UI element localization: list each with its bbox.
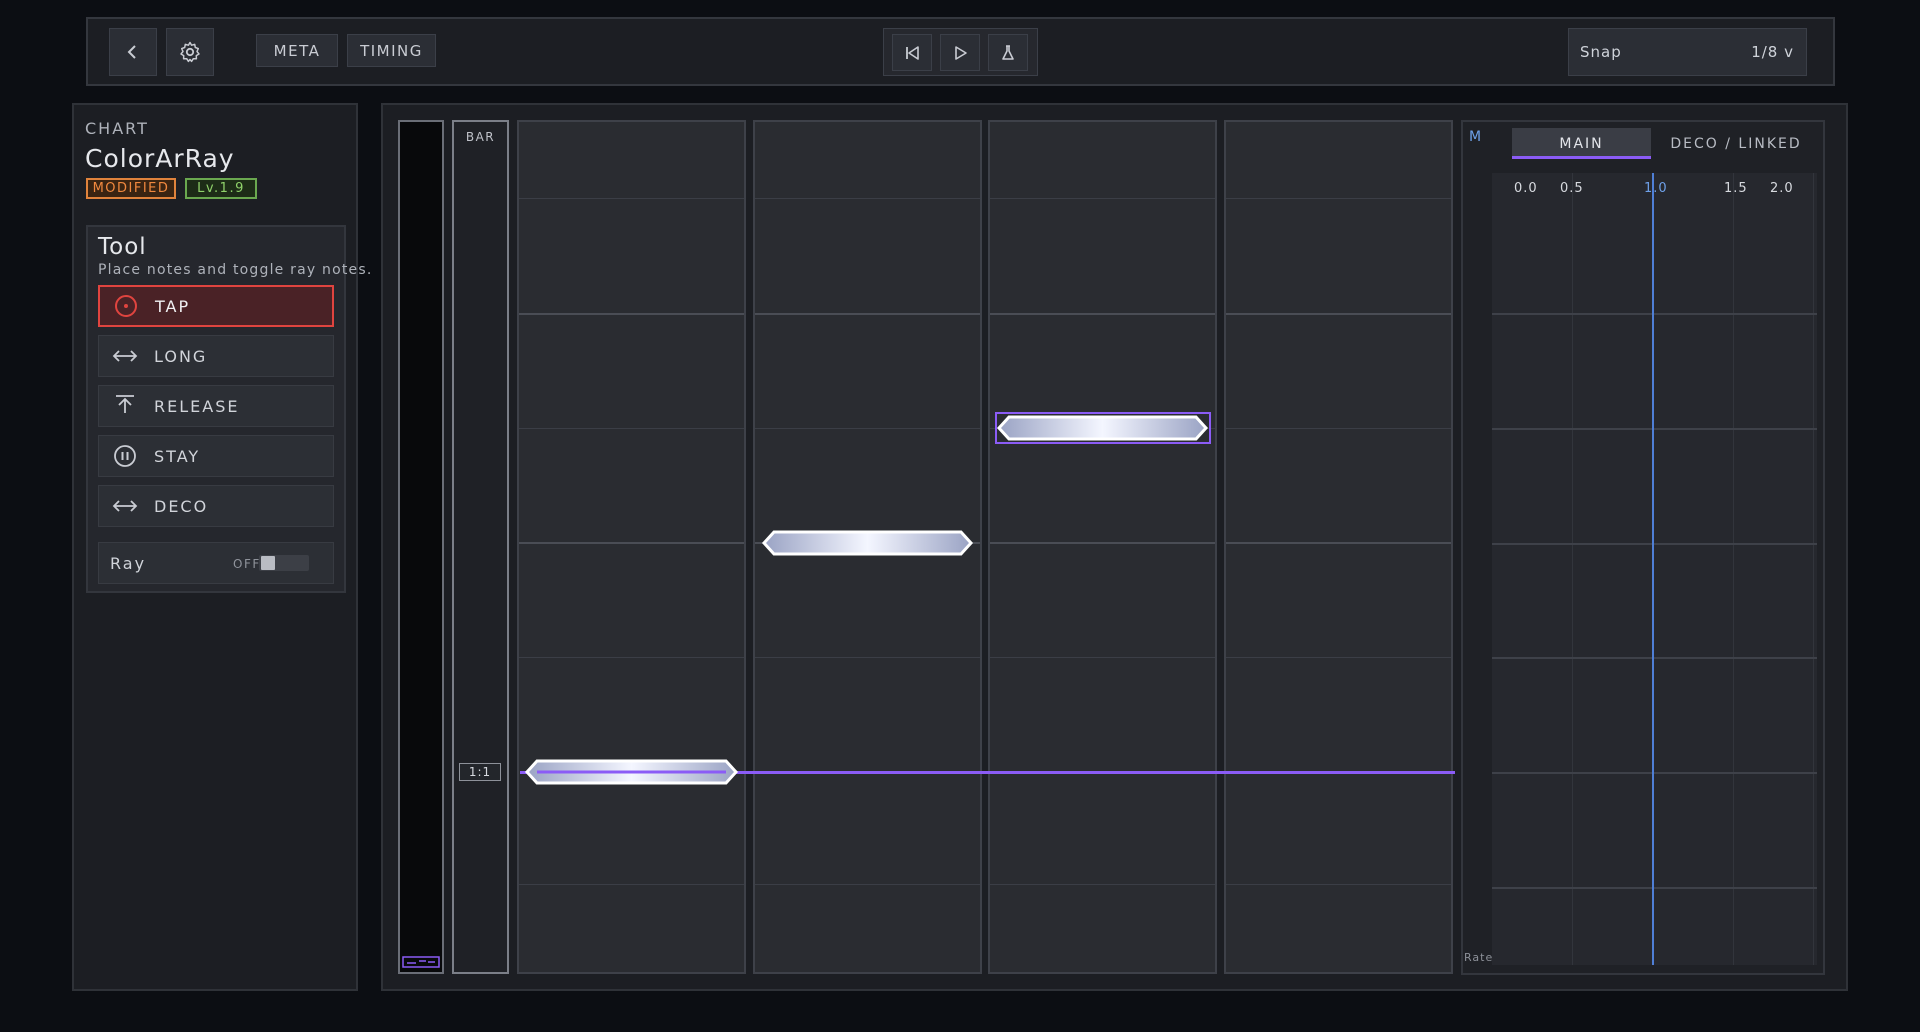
tap-note[interactable]: [761, 530, 974, 556]
active-tab-indicator: [1512, 156, 1651, 159]
tap-note-selected[interactable]: [995, 412, 1211, 444]
rate-label: Rate: [1464, 951, 1494, 964]
tick-label-current: 1.0: [1644, 181, 1668, 196]
tick-label: 2.0: [1770, 181, 1794, 196]
tick-label: 1.5: [1724, 181, 1748, 196]
tab-label: MAIN: [1559, 135, 1604, 152]
rate-graph[interactable]: 0.0 0.5 1.0 1.5 2.0: [1492, 173, 1817, 965]
main-indicator: M: [1469, 129, 1482, 145]
tab-deco-linked[interactable]: DECO / LINKED: [1661, 128, 1811, 159]
tick-label: 0.5: [1560, 181, 1584, 196]
rate-panel: M MAIN DECO / LINKED 0.0 0.5 1.0 1.5 2.0…: [1461, 120, 1825, 975]
tick-label: 0.0: [1514, 181, 1538, 196]
tap-note[interactable]: [524, 759, 739, 785]
rate-cursor[interactable]: [1652, 173, 1654, 965]
tab-main[interactable]: MAIN: [1512, 128, 1651, 159]
